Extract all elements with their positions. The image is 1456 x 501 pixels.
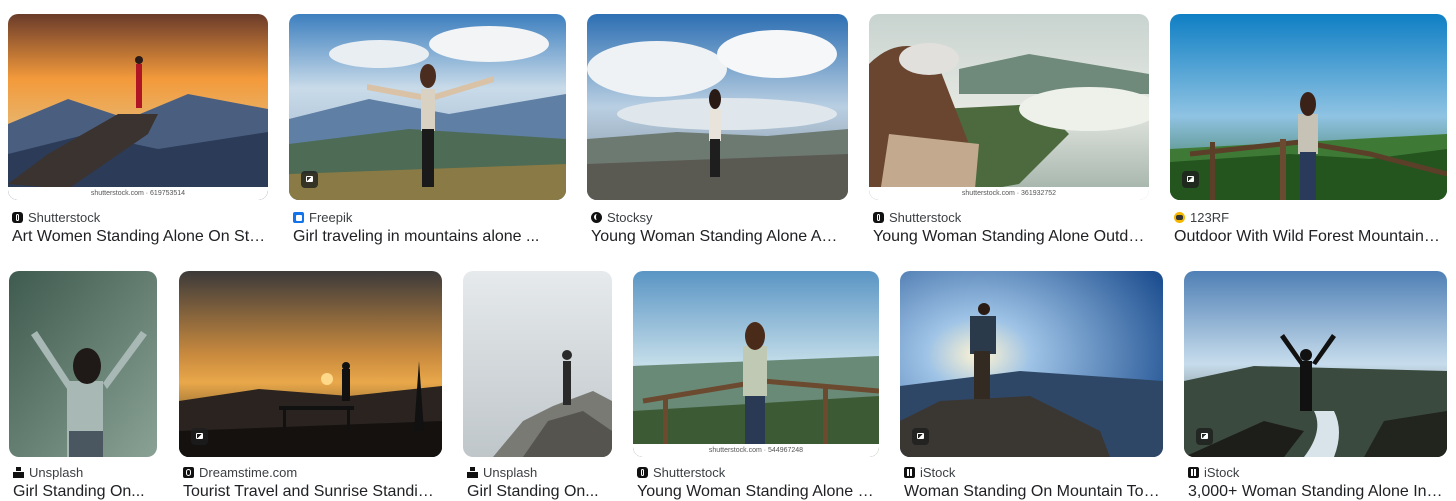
source-label: Shutterstock	[637, 465, 725, 480]
result-thumbnail[interactable]	[587, 14, 848, 200]
source-name: Shutterstock	[653, 465, 726, 480]
image-type-icon	[912, 428, 929, 445]
source-label: Unsplash	[467, 465, 537, 480]
result-title[interactable]: Outdoor With Wild Forest Mountains ...	[1174, 228, 1445, 246]
source-name: Dreamstime.com	[199, 465, 298, 480]
source-label: Unsplash	[13, 465, 83, 480]
result-thumbnail[interactable]: shutterstock.com · 544967248	[633, 271, 879, 457]
source-name: 123RF	[1190, 210, 1230, 225]
result-title[interactable]: Young Woman Standing Alone On...	[637, 483, 877, 501]
istock-icon	[1188, 467, 1199, 478]
result-title[interactable]: Girl Standing On...	[467, 483, 610, 501]
result-title[interactable]: Girl Standing On...	[13, 483, 155, 501]
stocksy-icon	[591, 212, 602, 223]
misty-forest-image	[9, 271, 157, 457]
shutterstock-icon	[637, 467, 648, 478]
123rf-icon	[1174, 212, 1185, 223]
source-label: Dreamstime.com	[183, 465, 297, 480]
source-label: Shutterstock	[873, 210, 961, 225]
railing-view-image	[633, 271, 879, 457]
arms-raised-image	[1184, 271, 1447, 457]
result-title[interactable]: 3,000+ Woman Standing Alone In T...	[1188, 483, 1445, 501]
result-title[interactable]: Woman Standing On Mountain Top...	[904, 483, 1161, 501]
source-label: Stocksy	[591, 210, 653, 225]
result-thumbnail[interactable]	[900, 271, 1163, 457]
result-title[interactable]: Young Woman Standing Alone Outdoo...	[873, 228, 1147, 246]
source-name: iStock	[920, 465, 956, 480]
result-thumbnail[interactable]	[463, 271, 612, 457]
source-name: Freepik	[309, 210, 353, 225]
image-type-icon	[1182, 171, 1199, 188]
result-thumbnail[interactable]	[9, 271, 157, 457]
source-name: Stocksy	[607, 210, 653, 225]
sunset-cliff-image	[8, 14, 268, 200]
dreamstime-icon	[183, 467, 194, 478]
unsplash-icon	[13, 467, 24, 478]
result-title[interactable]: Girl traveling in mountains alone ...	[293, 228, 564, 246]
source-name: Unsplash	[29, 465, 84, 480]
result-title[interactable]: Art Women Standing Alone On Sto...	[12, 228, 266, 246]
source-name: Shutterstock	[28, 210, 101, 225]
watermark: shutterstock.com · 544967248	[633, 444, 879, 457]
source-name: Unsplash	[483, 465, 538, 480]
image-type-icon	[301, 171, 318, 188]
istock-icon	[904, 467, 915, 478]
wooden-fence-image	[1170, 14, 1447, 200]
result-thumbnail[interactable]: shutterstock.com · 361932752	[869, 14, 1149, 200]
watermark: shutterstock.com · 619753514	[8, 187, 268, 200]
source-label: Freepik	[293, 210, 352, 225]
result-thumbnail[interactable]	[179, 271, 442, 457]
mountain-girl-image	[289, 14, 566, 200]
shutterstock-icon	[12, 212, 23, 223]
source-label: Shutterstock	[12, 210, 100, 225]
source-name: Shutterstock	[889, 210, 962, 225]
foggy-rock-image	[463, 271, 612, 457]
result-title[interactable]: Young Woman Standing Alone Abo...	[591, 228, 846, 246]
source-label: iStock	[904, 465, 955, 480]
result-thumbnail[interactable]	[1184, 271, 1447, 457]
result-thumbnail[interactable]	[289, 14, 566, 200]
foggy-valley-image	[869, 14, 1149, 200]
shutterstock-icon	[873, 212, 884, 223]
source-label: 123RF	[1174, 210, 1229, 225]
watermark: shutterstock.com · 361932752	[869, 187, 1149, 200]
sunrise-silhouette-image	[179, 271, 442, 457]
image-type-icon	[191, 428, 208, 445]
image-type-icon	[1196, 428, 1213, 445]
unsplash-icon	[467, 467, 478, 478]
result-thumbnail[interactable]	[1170, 14, 1447, 200]
hiker-sunset-image	[900, 271, 1163, 457]
freepik-icon	[293, 212, 304, 223]
result-thumbnail[interactable]: shutterstock.com · 619753514	[8, 14, 268, 200]
cloudy-ridge-image	[587, 14, 848, 200]
source-name: iStock	[1204, 465, 1240, 480]
source-label: iStock	[1188, 465, 1239, 480]
result-title[interactable]: Tourist Travel and Sunrise Standing...	[183, 483, 440, 501]
